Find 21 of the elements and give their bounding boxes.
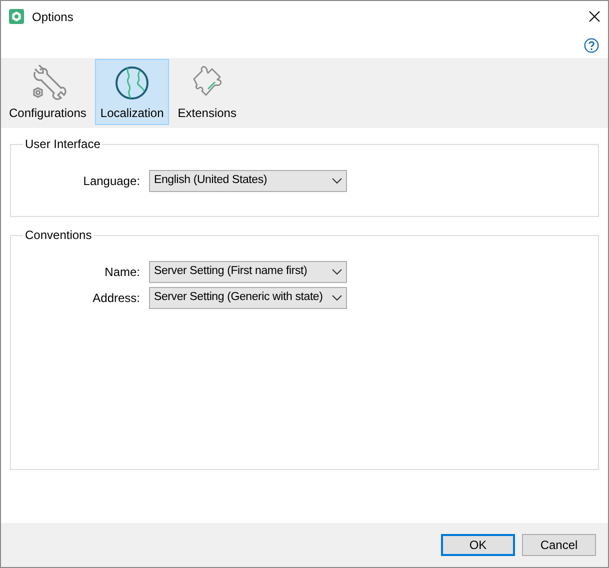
tab[interactable]: Localization [95, 59, 169, 125]
dropdown[interactable]: Server Setting (First name first) [149, 261, 347, 283]
globe-icon [114, 65, 150, 101]
field-label: Address: [92, 290, 140, 307]
field-label: Language: [82, 173, 140, 190]
dropdown[interactable]: Server Setting (Generic with state) [149, 287, 347, 309]
dropdown[interactable]: English (United States) [149, 170, 347, 192]
group-title: Conventions [24, 229, 93, 241]
tab[interactable]: Extensions [172, 59, 242, 125]
help-icon[interactable] [584, 38, 599, 52]
ok-button[interactable]: OK [441, 534, 515, 556]
cancel-button[interactable]: Cancel [522, 534, 596, 556]
close-icon[interactable] [589, 11, 600, 22]
caret-icon [332, 269, 342, 275]
field-label: Name: [104, 264, 140, 281]
app-icon [9, 9, 24, 24]
caret-icon [332, 178, 342, 184]
caret-icon [332, 295, 342, 301]
window-title: Options [32, 8, 74, 26]
tab[interactable]: Configurations [4, 59, 92, 125]
group-title: User Interface [24, 138, 102, 150]
